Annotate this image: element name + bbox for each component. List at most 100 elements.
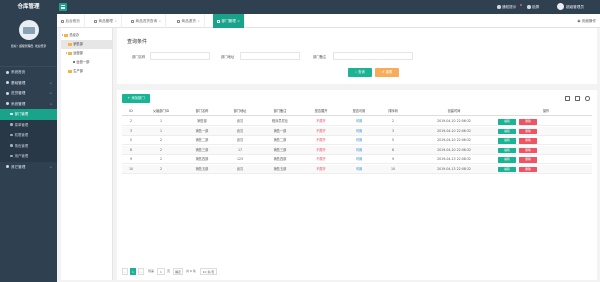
cell-id: 10 [128,166,134,171]
next-page-icon[interactable]: › [138,268,144,275]
edit-button[interactable]: 编辑 [498,147,516,153]
close-icon[interactable]: × [114,19,117,23]
profile-welcome: 您好！超级管理员, 欢迎登录 [10,44,47,48]
chevron-down-icon: v [50,101,52,106]
close-icon[interactable]: × [197,19,200,23]
sidebar-item-home[interactable]: 系统首页 [0,67,57,78]
lock-icon [527,5,531,9]
print-icon[interactable] [585,96,590,101]
page-goto-input[interactable]: 1 [157,268,165,275]
dept-name-input[interactable] [150,52,210,60]
col-actions: 操作 [542,109,550,113]
cell-order: 2 [391,119,395,123]
edit-button[interactable]: 编辑 [498,128,516,134]
notice-link[interactable]: 通知提示 [497,0,516,14]
prev-page-icon[interactable]: ‹ [122,268,128,275]
cell-parent-id: 2 [159,138,163,142]
sidebar-item-user[interactable]: 用户管理 [0,151,57,162]
cell-id: 5 [129,138,133,142]
export-icon[interactable] [575,96,580,101]
dept-address-label: 部门地址 [221,55,235,59]
close-icon[interactable]: × [237,19,240,23]
col-dept-remark[interactable]: 部门备注 [258,106,302,116]
col-order[interactable]: 排序码 [378,106,408,116]
sidebar-item-permission[interactable]: 权限管理 [0,130,57,141]
cell-dept-address: 123 [236,157,244,161]
tree-node[interactable]: 销售部 [61,40,112,49]
cell-id: 8 [129,147,133,152]
tree-node[interactable]: ▾ 总经办 [61,31,112,40]
tree-node[interactable]: 生产部 [61,67,112,76]
col-parent-id[interactable]: 父级部门ID [140,106,182,116]
table-row[interactable]: 8 2 销售三部 17 销售三部 不展开 可用 8 2019-04-10 22:06:32 编辑删… [122,145,592,155]
col-created[interactable]: 创建时间 [408,106,500,116]
total-count: 共 6 条 [186,269,196,273]
col-expand[interactable]: 是否展开 [302,106,340,116]
user-avatar[interactable] [557,3,564,10]
table-row[interactable]: 2 1 销售部 武汉 程序员屌丝 不展开 可用 2 2019-04-10 22:06:32 编辑删… [122,117,592,126]
table-row[interactable]: 5 2 销售二部 武汉 销售二部 不展开 可用 5 2019-04-10 22:06:32 编辑删… [122,136,592,145]
edit-button[interactable]: 编辑 [498,157,516,163]
delete-button[interactable]: 删除 [519,119,537,125]
user-menu[interactable]: 超级管理员 [566,0,584,14]
delete-button[interactable]: 删除 [519,166,537,172]
delete-button[interactable]: 删除 [519,147,537,153]
tab-outport[interactable]: 商品退货 × [173,14,205,28]
tab-inport-query[interactable]: 商品进货查询 × [127,14,167,28]
col-available[interactable]: 是否可用 [340,106,378,116]
page-operations-menu[interactable]: ◉ 页面操作 [577,14,596,28]
return-icon [177,19,180,23]
tab-dept[interactable]: 部门管理 × [213,14,245,28]
sidebar-item-system[interactable]: 系统管理 v [0,99,57,110]
notice-badge-dot [520,4,522,6]
cell-dept-remark: 销售二部 [273,138,287,142]
col-dept-name[interactable]: 部门名称 [182,106,222,116]
sidebar-item-basic[interactable]: 基础管理 < [0,78,57,89]
edit-button[interactable]: 编辑 [498,138,516,144]
cell-parent-id: 2 [159,166,163,171]
tab-home[interactable]: 后台首页 [57,14,85,28]
search-icon [131,19,134,23]
page-size-select[interactable]: 10 条/页 [200,268,217,275]
edit-button[interactable]: 编辑 [498,166,516,172]
col-id[interactable]: ID [122,106,140,116]
goto-suffix: 页 [167,269,171,273]
sidebar-item-other[interactable]: 其它管理 < [0,162,57,173]
cart-icon [6,91,9,95]
sidebar-item-role[interactable]: 角色管理 [0,141,57,152]
delete-button[interactable]: 删除 [519,138,537,144]
cell-created: 2019-04-10 22:06:32 [437,138,471,142]
lock-screen-link[interactable]: 锁屏 [527,0,539,14]
menu-toggle-icon[interactable] [59,3,67,11]
col-dept-address[interactable]: 部门地址 [222,106,258,116]
dept-remark-input[interactable] [333,52,413,60]
table-row[interactable]: 9 2 销售四部 123 销售四部 不展开 可用 9 2019-04-13 22:08:32 编辑… [122,155,592,164]
sidebar-item-menu[interactable]: 菜单管理 [0,120,57,131]
search-button[interactable]: ⌕ 查询 [348,68,372,77]
tab-goods[interactable]: 商品管理 × [90,14,122,28]
tree-node[interactable]: 运营一部 [61,58,112,67]
delete-button[interactable]: 删除 [519,157,537,163]
close-icon[interactable]: × [159,19,162,23]
columns-filter-icon[interactable] [565,96,570,101]
delete-button[interactable]: 删除 [519,128,537,134]
cell-order: 3 [391,128,395,133]
edit-button[interactable]: 编辑 [498,119,516,125]
cell-parent-id: 2 [159,147,163,152]
table-row[interactable]: 3 1 销售一部 武汉 销售一部 不展开 可用 3 2019-04-10 22:06:32 编辑删… [122,126,592,136]
sidebar-item-dept[interactable]: 部门管理 [0,109,57,120]
sidebar-item-purchase[interactable]: 进货管理 < [0,88,57,99]
goto-confirm-button[interactable]: 确定 [173,268,183,275]
add-dept-button[interactable]: + 添加部门 [122,94,150,103]
dept-address-input[interactable] [240,52,300,60]
app-title: 仓库管理 [17,4,40,10]
table-row[interactable]: 10 2 销售五部 武汉 销售五部 不展开 可用 10 2019-04-13 22:08:32 编… [122,164,592,174]
cell-expand: 不展开 [316,157,326,161]
cell-order: 10 [390,166,396,171]
reset-button[interactable]: ↺ 重置 [375,68,399,77]
page-number-current[interactable]: 1 [130,268,136,275]
tree-node[interactable]: ▾ 运营部 [61,49,112,58]
cell-dept-remark: 销售四部 [273,157,287,161]
folder-icon [64,33,68,37]
search-title: 查询条件 [127,39,148,45]
